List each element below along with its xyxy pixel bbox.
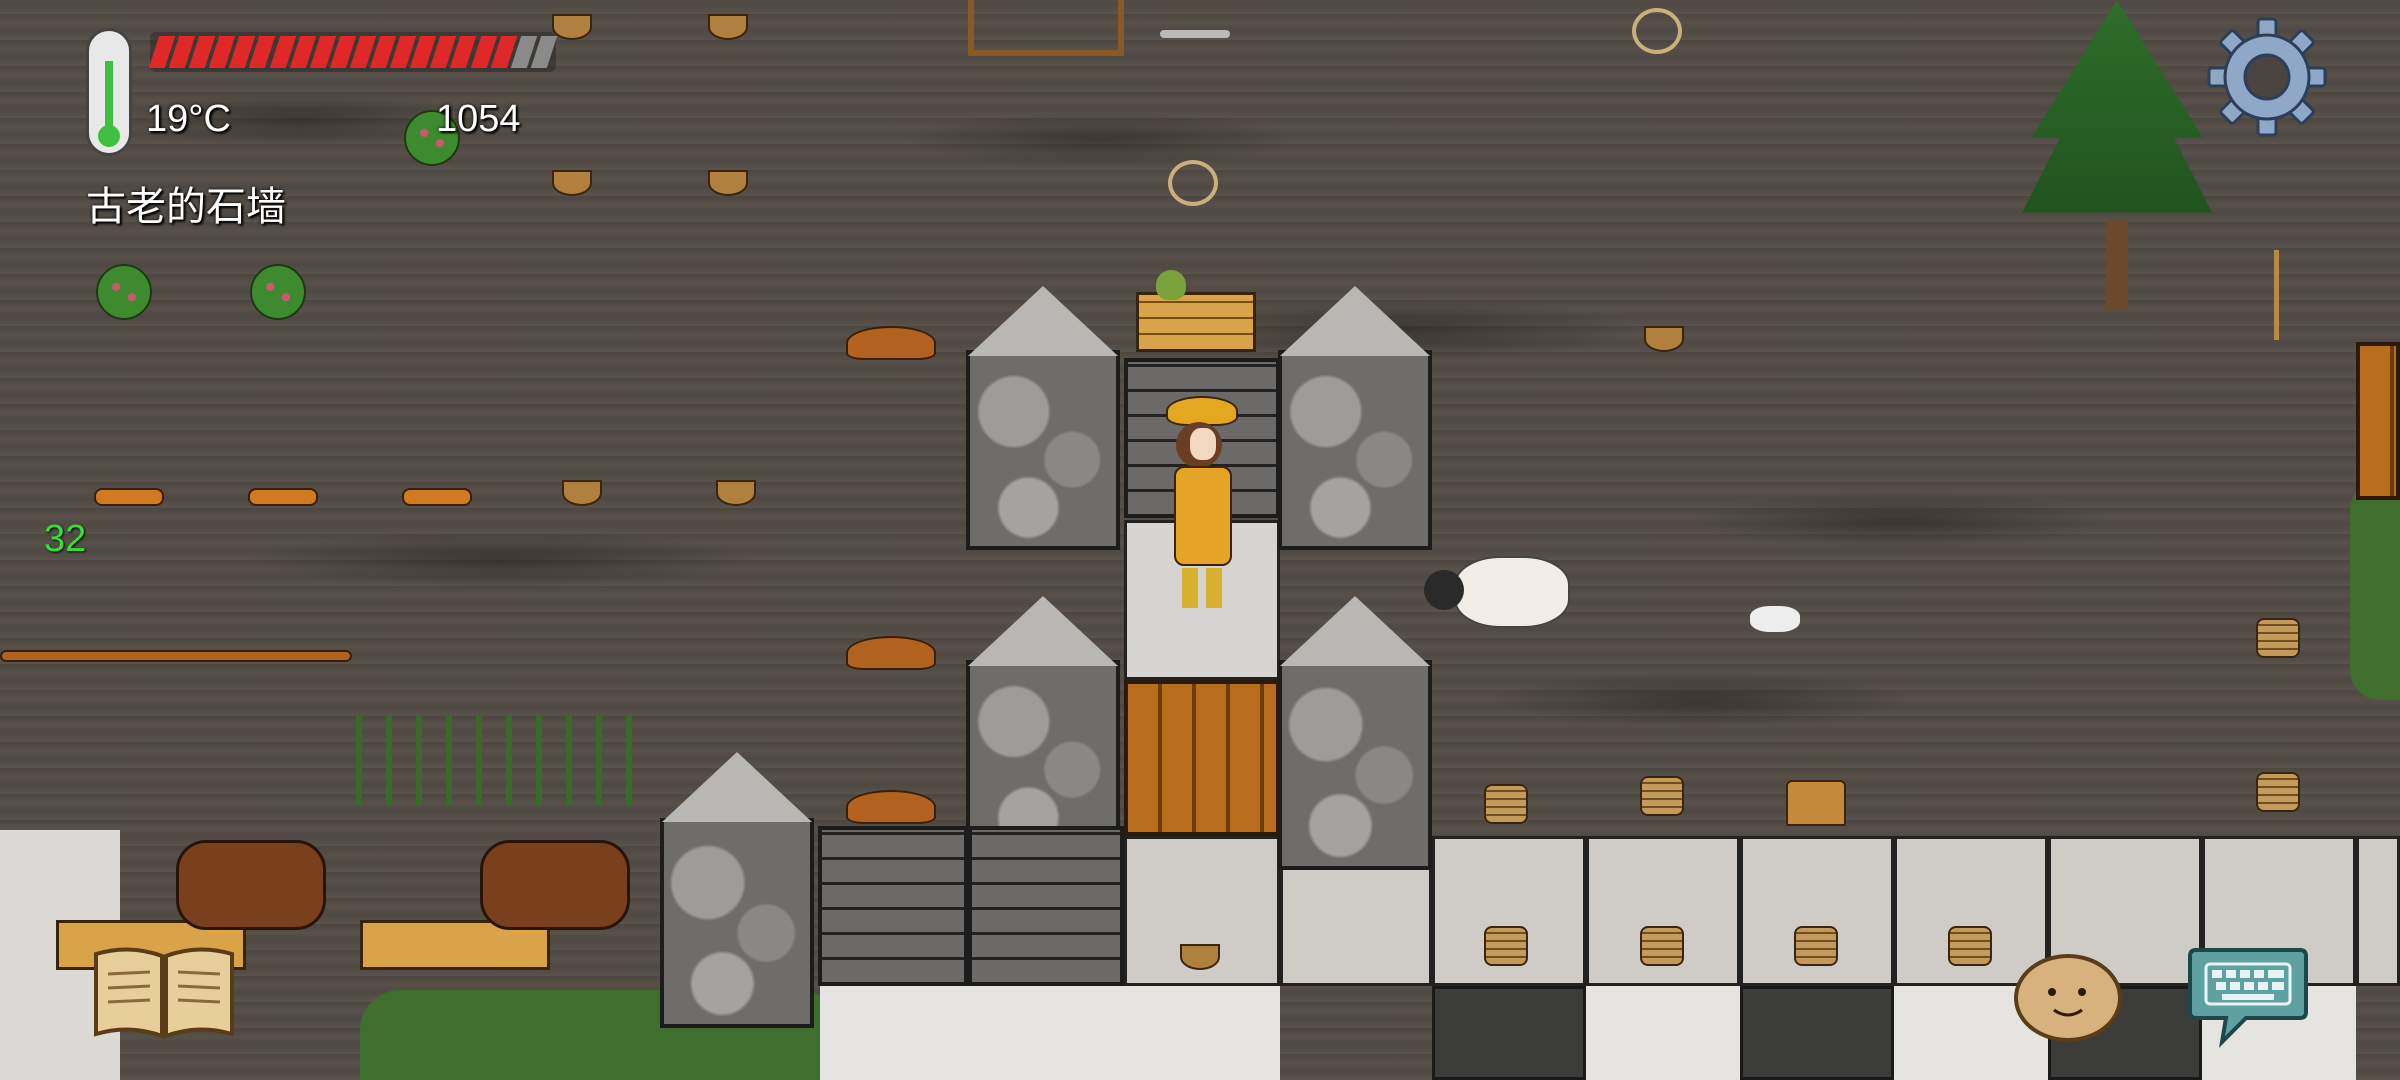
horse xyxy=(480,840,630,930)
stone-wall-pillar[interactable] xyxy=(966,350,1120,550)
stone-wall-cap xyxy=(968,596,1118,666)
carrot-row[interactable] xyxy=(94,488,164,506)
gooseberry-bush[interactable] xyxy=(250,264,306,320)
settings-button[interactable] xyxy=(2206,16,2328,138)
pine-trunk xyxy=(2106,220,2128,310)
stake[interactable] xyxy=(2274,250,2279,340)
pineapple[interactable] xyxy=(1156,270,1186,300)
stone-wall[interactable] xyxy=(818,826,968,986)
dirt-row xyxy=(0,650,352,662)
sheep-head xyxy=(1424,570,1464,610)
keyboard-chat-icon xyxy=(2188,948,2308,1048)
thermometer-bulb xyxy=(98,125,120,147)
stone-wall-pillar[interactable] xyxy=(1278,350,1432,550)
sheep-wool xyxy=(1454,556,1570,628)
knife[interactable] xyxy=(1160,30,1230,38)
stone-wall-cap xyxy=(662,752,812,822)
temperature-label: 19°C xyxy=(146,98,231,140)
plate-stack[interactable] xyxy=(2256,772,2300,812)
bowl[interactable] xyxy=(1180,944,1220,970)
plate-stack[interactable] xyxy=(1484,926,1528,966)
character-face xyxy=(1190,428,1216,460)
dark-floor-tile[interactable] xyxy=(1740,986,1894,1080)
carrot-row[interactable] xyxy=(402,488,472,506)
game-world[interactable] xyxy=(0,0,2400,1080)
basket[interactable] xyxy=(552,170,592,196)
pine-tree[interactable] xyxy=(2022,0,2212,310)
bowl[interactable] xyxy=(1644,326,1684,352)
sheep[interactable] xyxy=(1424,556,1574,640)
plate-stack[interactable] xyxy=(1948,926,1992,966)
yellow-raincoat xyxy=(1174,466,1232,566)
gear-icon xyxy=(2207,17,2327,137)
basket[interactable] xyxy=(708,170,748,196)
carrot-row[interactable] xyxy=(248,488,318,506)
pale-floor xyxy=(820,986,1280,1080)
dirt-pile[interactable] xyxy=(846,326,936,360)
rope[interactable] xyxy=(1632,8,1682,54)
player-character[interactable] xyxy=(1162,396,1242,616)
rope[interactable] xyxy=(1168,160,1218,206)
horse-cart[interactable] xyxy=(360,820,660,990)
stone-wall-cap xyxy=(1280,286,1430,356)
pine-foliage xyxy=(2022,0,2212,213)
basket[interactable] xyxy=(708,14,748,40)
plate-stack[interactable] xyxy=(1640,926,1684,966)
gooseberry-bush[interactable] xyxy=(96,264,152,320)
stone-wall-pillar[interactable] xyxy=(1278,660,1432,870)
plate-stack[interactable] xyxy=(1640,776,1684,816)
thermometer-icon xyxy=(86,28,132,156)
flower-row[interactable] xyxy=(356,716,656,806)
plate-stack[interactable] xyxy=(1484,784,1528,824)
yum-counter: 1054 xyxy=(436,98,521,140)
dirt-pile[interactable] xyxy=(846,790,936,824)
stone-wall-cap xyxy=(1280,596,1430,666)
wooden-crate[interactable] xyxy=(1136,292,1256,352)
straw-bundle[interactable] xyxy=(1786,780,1846,826)
wooden-door[interactable] xyxy=(2356,342,2400,500)
pale-floor xyxy=(1586,986,1740,1080)
recipe-book-button[interactable] xyxy=(90,942,238,1042)
stone-wall-cap xyxy=(968,286,1118,356)
basket[interactable] xyxy=(552,14,592,40)
bowl[interactable] xyxy=(562,480,602,506)
dirt-pile[interactable] xyxy=(846,636,936,670)
stone-floor-tile[interactable] xyxy=(2356,836,2400,986)
keyboard-button[interactable] xyxy=(2186,942,2310,1048)
food-bar xyxy=(148,32,558,72)
lamb[interactable] xyxy=(1750,606,1800,632)
recipe-book-icon xyxy=(94,947,234,1039)
hovered-object-name: 古老的石墙 xyxy=(86,184,286,230)
horse xyxy=(176,840,326,930)
thermometer-level xyxy=(105,61,113,131)
bowl[interactable] xyxy=(716,480,756,506)
plate-stack[interactable] xyxy=(2256,618,2300,658)
age-label: 32 xyxy=(44,518,87,560)
dark-floor-tile[interactable] xyxy=(1432,986,1586,1080)
wooden-door[interactable] xyxy=(1124,680,1280,836)
wooden-frame[interactable] xyxy=(968,0,1124,56)
stone-wall[interactable] xyxy=(968,826,1124,986)
emote-face-icon xyxy=(2014,954,2122,1042)
stone-wall-pillar[interactable] xyxy=(660,818,814,1028)
plate-stack[interactable] xyxy=(1794,926,1838,966)
character-boots xyxy=(1182,568,1222,608)
grass-patch xyxy=(2350,480,2400,700)
emote-button[interactable] xyxy=(2012,950,2124,1044)
